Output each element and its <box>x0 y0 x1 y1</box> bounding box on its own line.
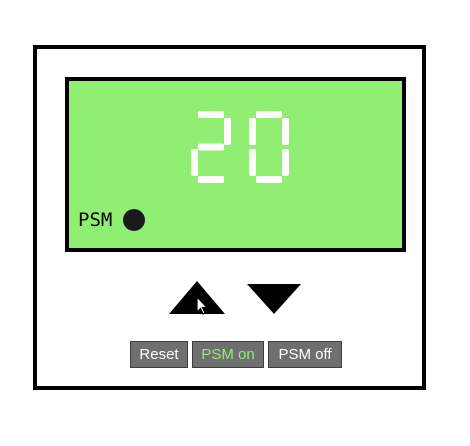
digit-segment <box>282 118 289 145</box>
psm-label: PSM <box>78 209 113 231</box>
psm-off-button[interactable]: PSM off <box>268 341 342 368</box>
thermostat-device: PSM Reset PSM on PSM off <box>33 45 426 390</box>
lcd-display: PSM <box>65 77 406 252</box>
digit-segment <box>191 149 198 176</box>
digit-segment <box>198 176 224 183</box>
mouse-pointer-icon <box>196 296 209 315</box>
digit-segment <box>249 118 256 145</box>
psm-on-button[interactable]: PSM on <box>192 341 264 368</box>
digit-segment <box>256 111 282 118</box>
digit-segment <box>198 111 224 118</box>
digit-segment <box>282 149 289 176</box>
digit-segment <box>224 118 231 145</box>
digit-segment <box>198 143 224 151</box>
digit-segment <box>249 149 256 176</box>
decrease-arrow-button[interactable] <box>247 284 301 314</box>
seven-segment-readout <box>191 111 289 183</box>
reset-button[interactable]: Reset <box>130 341 188 368</box>
psm-indicator-led <box>123 209 145 231</box>
digit-segment <box>256 176 282 183</box>
